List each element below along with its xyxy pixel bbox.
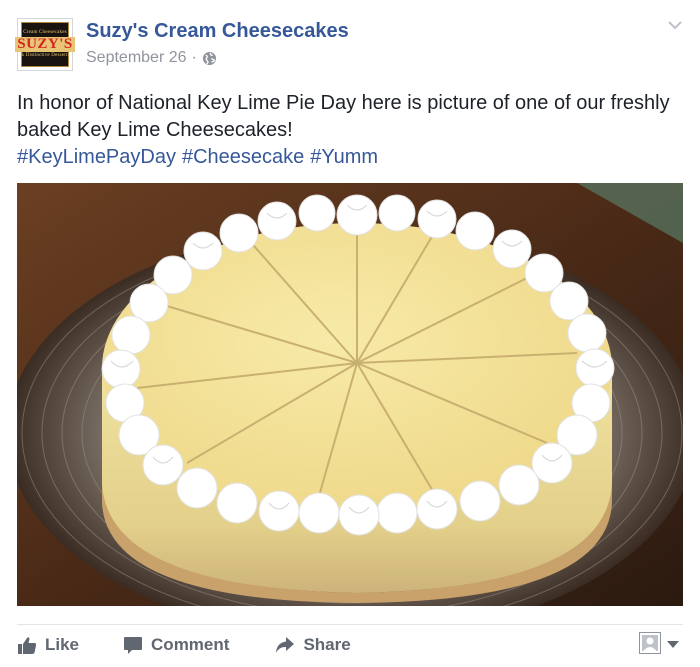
globe-icon[interactable] [202, 51, 217, 66]
page-name-link[interactable]: Suzy's Cream Cheesecakes [86, 20, 349, 43]
facebook-post: Cream Cheesecakes SUZY'S & Distinctive D… [0, 0, 700, 667]
speech-bubble-icon [123, 636, 143, 655]
key-lime-cheesecake-photo[interactable] [17, 183, 683, 606]
share-button[interactable]: Share [275, 635, 351, 655]
hashtag-link[interactable]: #Yumm [310, 146, 378, 168]
like-button[interactable]: Like [17, 635, 79, 655]
share-arrow-icon [275, 636, 295, 655]
like-label: Like [45, 635, 80, 654]
post-date-link[interactable]: September 26 [86, 49, 187, 67]
post-message: In honor of National Key Lime Pie Day he… [17, 90, 687, 171]
meta-separator: · [191, 49, 197, 66]
post-text: In honor of National Key Lime Pie Day he… [17, 92, 670, 141]
page-avatar-icon [639, 631, 661, 659]
thumbs-up-icon [17, 636, 37, 655]
action-divider [17, 624, 683, 625]
comment-label: Comment [151, 635, 230, 654]
hashtag-link[interactable]: #Cheesecake [182, 146, 304, 168]
page-avatar[interactable]: Cream Cheesecakes SUZY'S & Distinctive D… [15, 18, 75, 71]
chevron-down-icon[interactable] [666, 18, 684, 32]
share-label: Share [303, 635, 351, 654]
logo-bottom-text: & Distinctive Desserts [20, 53, 70, 58]
post-action-bar: Like Comment Share [17, 630, 683, 660]
post-meta: September 26 · [86, 49, 217, 67]
caret-down-icon [667, 636, 679, 654]
post-as-selector[interactable] [639, 631, 679, 659]
suzys-logo: Cream Cheesecakes SUZY'S & Distinctive D… [15, 22, 75, 67]
logo-main-text: SUZY'S [15, 36, 75, 52]
comment-button[interactable]: Comment [123, 635, 229, 655]
hashtag-list: #KeyLimePayDay #Cheesecake #Yumm [17, 146, 384, 168]
hashtag-link[interactable]: #KeyLimePayDay [17, 146, 176, 168]
